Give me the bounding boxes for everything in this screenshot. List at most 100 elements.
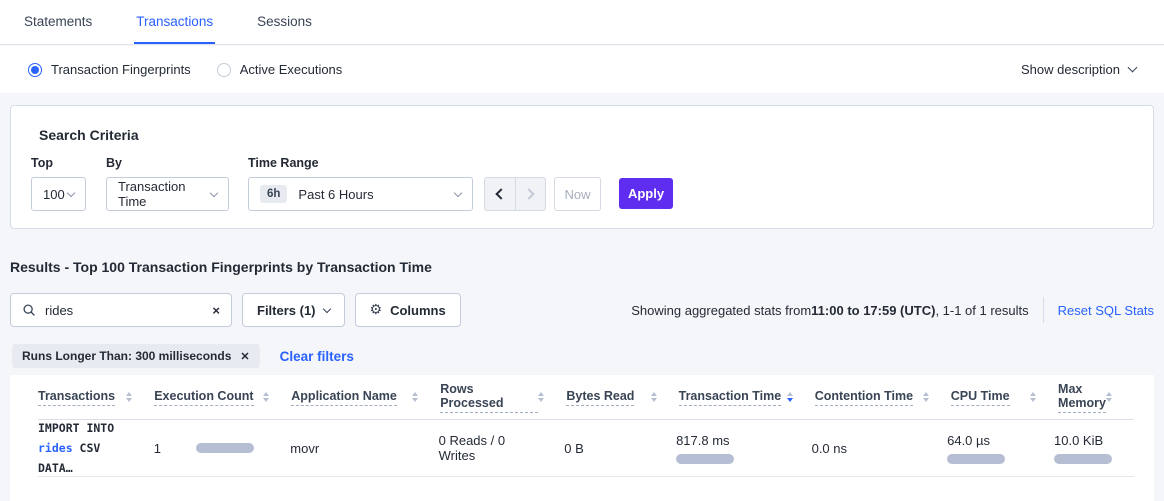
columns-label: Columns — [390, 303, 446, 318]
sort-desc-icon — [787, 392, 793, 402]
search-box[interactable]: × — [10, 293, 232, 327]
sort-icon — [538, 392, 544, 402]
radio-label: Transaction Fingerprints — [51, 62, 191, 77]
sort-icon — [1030, 392, 1036, 402]
sort-icon — [651, 392, 657, 402]
apply-button[interactable]: Apply — [619, 178, 673, 209]
chevron-down-icon — [1128, 63, 1138, 73]
clear-search-icon[interactable]: × — [212, 303, 220, 318]
chevron-right-icon — [523, 188, 534, 199]
search-input[interactable] — [45, 303, 212, 318]
stats-interval: 11:00 to 17:59 (UTC) — [811, 303, 935, 318]
by-select-value: Transaction Time — [118, 179, 211, 209]
bytes-read-cell: 0 B — [564, 441, 676, 456]
view-toggle-row: Transaction Fingerprints Active Executio… — [0, 46, 1164, 93]
next-time-window-button[interactable] — [516, 178, 546, 210]
time-range-label: Time Range — [248, 156, 473, 170]
time-range-badge: 6h — [260, 185, 287, 203]
stats-suffix: , 1-1 of 1 results — [935, 303, 1028, 318]
top-select[interactable]: 100 — [31, 177, 86, 211]
contention-time-cell: 0.0 ns — [812, 441, 948, 456]
search-icon — [22, 303, 36, 317]
transactions-table: Transactions Execution Count Application… — [10, 375, 1154, 501]
radio-selected-icon — [28, 63, 42, 77]
column-header-transaction-time[interactable]: Transaction Time — [679, 389, 815, 406]
by-select[interactable]: Transaction Time — [106, 177, 229, 211]
stats-prefix: Showing aggregated stats from — [631, 303, 811, 318]
column-header-transactions[interactable]: Transactions — [38, 389, 154, 406]
radio-unselected-icon — [217, 63, 231, 77]
max-memory-bar — [1054, 454, 1112, 464]
transaction-fingerprint-cell: IMPORT INTO rides CSV DATA… — [38, 418, 154, 478]
gear-icon: ⚙ — [370, 302, 383, 318]
chevron-left-icon — [496, 188, 507, 199]
execution-count-bar — [196, 443, 254, 453]
show-description-label: Show description — [1021, 62, 1120, 77]
time-range-select[interactable]: 6h Past 6 Hours — [248, 177, 473, 211]
results-heading: Results - Top 100 Transaction Fingerprin… — [10, 259, 432, 275]
reset-sql-stats-link[interactable]: Reset SQL Stats — [1058, 303, 1154, 318]
tab-transactions[interactable]: Transactions — [134, 0, 215, 44]
results-controls-row: × Filters (1) ⚙ Columns Showing aggregat… — [10, 293, 1154, 327]
columns-button[interactable]: ⚙ Columns — [355, 293, 461, 327]
chevron-down-icon — [454, 189, 462, 197]
execution-count-cell: 1 — [154, 441, 291, 456]
top-select-value: 100 — [43, 187, 65, 202]
sort-icon — [412, 392, 418, 402]
prev-time-window-button[interactable] — [485, 178, 516, 210]
chevron-down-icon — [322, 305, 330, 313]
filter-pill[interactable]: Runs Longer Than: 300 milliseconds ✕ — [12, 344, 260, 368]
cpu-time-bar — [947, 454, 1005, 464]
radio-transaction-fingerprints[interactable]: Transaction Fingerprints — [28, 62, 191, 77]
transaction-time-value: 817.8 ms — [676, 433, 790, 448]
sort-icon — [263, 392, 269, 402]
max-memory-cell: 10.0 KiB — [1054, 433, 1134, 464]
column-header-application-name[interactable]: Application Name — [291, 389, 440, 406]
sort-icon — [1106, 392, 1112, 402]
execution-count-value: 1 — [154, 441, 161, 456]
transaction-time-bar — [676, 454, 734, 464]
radio-active-executions[interactable]: Active Executions — [217, 62, 343, 77]
sort-icon — [923, 392, 929, 402]
active-filters-row: Runs Longer Than: 300 milliseconds ✕ Cle… — [12, 344, 354, 368]
table-header-row: Transactions Execution Count Application… — [38, 375, 1134, 420]
vertical-divider — [1043, 297, 1044, 323]
column-header-contention-time[interactable]: Contention Time — [815, 389, 951, 406]
radio-label: Active Executions — [240, 62, 343, 77]
column-header-cpu-time[interactable]: CPU Time — [951, 389, 1058, 406]
column-header-max-memory[interactable]: Max Memory — [1058, 382, 1134, 413]
max-memory-value: 10.0 KiB — [1054, 433, 1112, 448]
transaction-fingerprint-link[interactable]: rides — [38, 441, 73, 455]
filters-label: Filters (1) — [257, 303, 316, 318]
column-header-rows-processed[interactable]: Rows Processed — [440, 382, 566, 413]
tab-sessions[interactable]: Sessions — [255, 0, 314, 44]
tab-statements[interactable]: Statements — [22, 0, 94, 44]
sql-activity-tabbar: Statements Transactions Sessions — [0, 0, 1164, 45]
cpu-time-cell: 64.0 µs — [947, 433, 1054, 464]
by-label: By — [106, 156, 229, 170]
rows-processed-cell: 0 Reads / 0 Writes — [439, 433, 565, 463]
clear-filters-link[interactable]: Clear filters — [280, 349, 354, 364]
search-criteria-title: Search Criteria — [39, 127, 139, 143]
remove-filter-icon[interactable]: ✕ — [240, 350, 249, 363]
filter-pill-label: Runs Longer Than: 300 milliseconds — [22, 349, 231, 363]
column-header-execution-count[interactable]: Execution Count — [154, 389, 291, 406]
show-description-toggle[interactable]: Show description — [1021, 62, 1136, 77]
time-range-value: Past 6 Hours — [298, 187, 373, 202]
by-field-group: By Transaction Time — [106, 156, 229, 211]
top-label: Top — [31, 156, 86, 170]
search-criteria-card: Search Criteria Top 100 By Transaction T… — [10, 105, 1154, 229]
transaction-time-cell: 817.8 ms — [676, 433, 812, 464]
application-name-cell: movr — [290, 441, 438, 456]
column-header-bytes-read[interactable]: Bytes Read — [566, 389, 678, 406]
aggregated-stats-text: Showing aggregated stats from 11:00 to 1… — [631, 297, 1154, 323]
sql-text: IMPORT INTO — [38, 418, 132, 438]
top-field-group: Top 100 — [31, 156, 86, 211]
filters-button[interactable]: Filters (1) — [242, 293, 345, 327]
time-range-field-group: Time Range 6h Past 6 Hours — [248, 156, 473, 211]
now-button[interactable]: Now — [554, 177, 601, 211]
chevron-down-icon — [67, 189, 75, 197]
table-row[interactable]: IMPORT INTO rides CSV DATA… 1 movr 0 Rea… — [38, 420, 1134, 477]
time-window-nav — [484, 177, 546, 211]
cpu-time-value: 64.0 µs — [947, 433, 1032, 448]
